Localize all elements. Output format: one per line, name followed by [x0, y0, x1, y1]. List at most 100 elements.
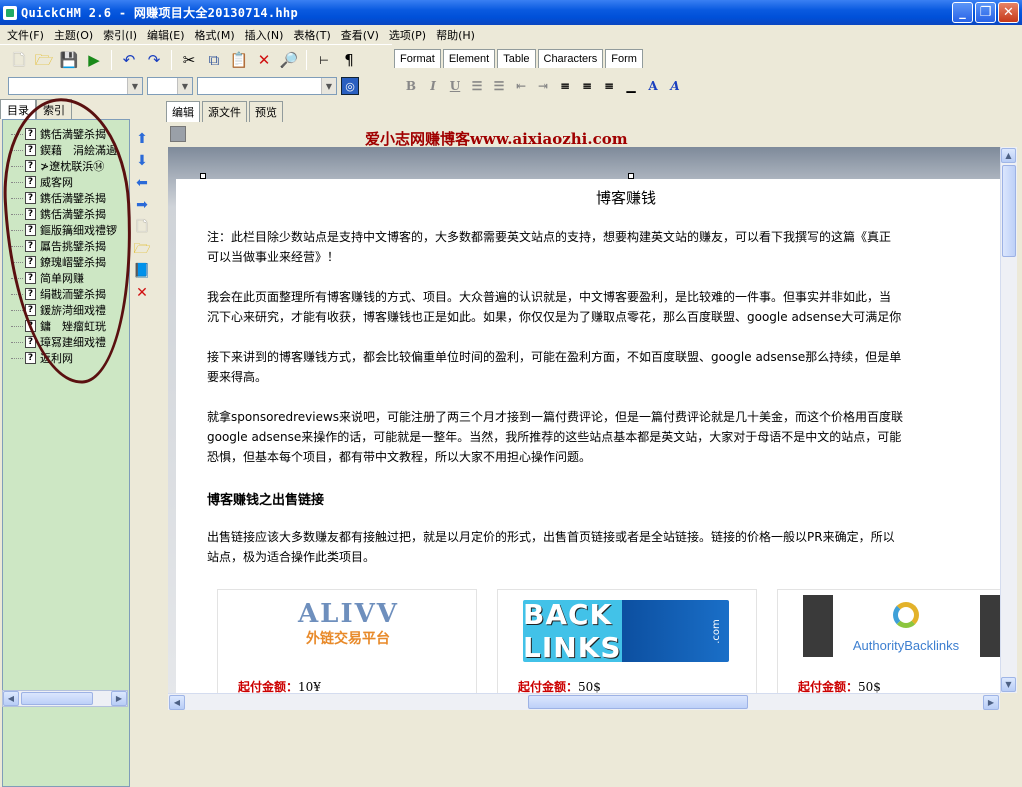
open-page-icon[interactable]: 🗁	[132, 240, 152, 257]
save-small-icon[interactable]	[170, 126, 186, 142]
scroll-right-icon[interactable]: ▶	[983, 695, 999, 710]
menu-file[interactable]: 文件(F)	[2, 27, 49, 43]
settings-icon[interactable]: ◎	[341, 77, 359, 95]
move-up-icon[interactable]: ⬆	[132, 130, 152, 147]
clear-format-icon[interactable]: A	[666, 77, 684, 95]
copy-icon[interactable]: ⧉	[203, 49, 225, 71]
paragraph-line: 就拿sponsoredreviews来说吧，可能注册了两三个月才接到一篇付费评论…	[207, 410, 904, 424]
close-button[interactable]: ✕	[998, 2, 1019, 23]
tab-edit[interactable]: 编辑	[166, 101, 200, 122]
italic-icon[interactable]: I	[424, 77, 442, 95]
menu-topic[interactable]: 主题(O)	[49, 27, 98, 43]
book-icon[interactable]: 📘	[132, 262, 152, 279]
open-folder-icon[interactable]: 🗁	[33, 49, 55, 71]
tree-hscrollbar[interactable]: ◀ ▶	[2, 690, 128, 707]
font-color-icon[interactable]: A	[644, 77, 662, 95]
document-vscrollbar[interactable]: ▲ ▼	[1000, 147, 1017, 693]
paste-icon[interactable]: 📋	[228, 49, 250, 71]
menu-index[interactable]: 索引(I)	[98, 27, 142, 43]
tree-item[interactable]: ? 鍰旂渮细戏禮	[3, 302, 129, 318]
tree-item[interactable]: ? 屭告挑鐾杀揭	[3, 238, 129, 254]
move-down-icon[interactable]: ⬇	[132, 152, 152, 169]
new-page-icon[interactable]: 🗋	[132, 218, 152, 235]
menu-options[interactable]: 选项(P)	[384, 27, 431, 43]
align-center-icon[interactable]: ≡	[578, 77, 596, 95]
align-right-icon[interactable]: ≡	[600, 77, 618, 95]
service-card[interactable]: AuthorityBacklinks 起付金额：50$	[777, 589, 1000, 693]
tree-item[interactable]: ? 鎸佸満鐾杀揭	[3, 206, 129, 222]
menu-help[interactable]: 帮助(H)	[431, 27, 480, 43]
move-left-icon[interactable]: ⬅	[132, 174, 152, 191]
underline-icon[interactable]: U	[446, 77, 464, 95]
menu-format[interactable]: 格式(M)	[190, 27, 240, 43]
undo-icon[interactable]: ↶	[118, 49, 140, 71]
paragraph-line: 站点，极为适合操作此类项目。	[207, 550, 376, 564]
menu-table[interactable]: 表格(T)	[288, 27, 335, 43]
minimize-button[interactable]: _	[952, 2, 973, 23]
help-page-icon: ?	[25, 128, 36, 140]
menu-insert[interactable]: 插入(N)	[240, 27, 289, 43]
line-color-icon[interactable]: ▁	[622, 77, 640, 95]
tab-table[interactable]: Table	[497, 49, 536, 68]
service-card[interactable]: BACK LINKS .com 起付金额：50$	[497, 589, 757, 693]
tab-contents[interactable]: 目录	[0, 99, 36, 119]
menu-view[interactable]: 查看(V)	[336, 27, 384, 43]
remove-icon[interactable]: ✕	[132, 284, 152, 301]
maximize-button[interactable]: ❐	[975, 2, 996, 23]
size-combo[interactable]: ▼	[197, 77, 337, 95]
tree-item[interactable]: ? 绢戡洏鐾杀揭	[3, 286, 129, 302]
ordered-list-icon[interactable]: ☰	[468, 77, 486, 95]
tree-item[interactable]: ? 威客网	[3, 174, 129, 190]
tree-item[interactable]: ? 鎸佸満鐾杀揭	[3, 126, 129, 142]
document-area[interactable]: 博客赚钱 注：此栏目除少数站点是支持中文博客的，大多数都需要英文站点的支持，想要…	[168, 147, 1000, 693]
move-right-icon[interactable]: ➡	[132, 196, 152, 213]
document-hscrollbar[interactable]: ◀ ▶	[168, 693, 1000, 710]
delete-icon[interactable]: ✕	[253, 49, 275, 71]
find-icon[interactable]: 🔎	[278, 49, 300, 71]
tree-item[interactable]: ? 璋冩建细戏禮	[3, 334, 129, 350]
bullet-list-icon[interactable]: ☰	[490, 77, 508, 95]
scroll-up-icon[interactable]: ▲	[1001, 148, 1016, 163]
indent-icon[interactable]: ⊢	[313, 49, 335, 71]
tab-characters[interactable]: Characters	[537, 49, 604, 68]
tree-item[interactable]: ? 鏞 矬瘤虹珖	[3, 318, 129, 334]
new-icon[interactable]: 🗋	[8, 49, 30, 71]
menu-bar: 文件(F) 主题(O) 索引(I) 编辑(E) 格式(M) 插入(N) 表格(T…	[0, 25, 1022, 44]
tab-format[interactable]: Format	[394, 49, 441, 68]
align-left-icon[interactable]: ≡	[556, 77, 574, 95]
run-icon[interactable]: ▶	[83, 49, 105, 71]
save-icon[interactable]: 💾	[58, 49, 80, 71]
scroll-left-icon[interactable]: ◀	[169, 695, 185, 710]
tree-item[interactable]: ? 鎸佸満鐾杀揭	[3, 190, 129, 206]
redo-icon[interactable]: ↷	[143, 49, 165, 71]
tab-source[interactable]: 源文件	[202, 101, 247, 122]
style-combo[interactable]: ▼	[8, 77, 143, 95]
tree-item[interactable]: ? 鍥藉 涓絵滿過	[3, 142, 129, 158]
scroll-down-icon[interactable]: ▼	[1001, 677, 1016, 692]
tree-item[interactable]: ? 鐐瑰嶍鐾杀揭	[3, 254, 129, 270]
window-title: QuickCHM 2.6 - 网赚项目大全20130714.hhp	[21, 6, 298, 20]
service-card[interactable]: ALIVV 外链交易平台 起付金额：10¥	[217, 589, 477, 693]
authority-backlinks-logo: AuthorityBacklinks	[852, 638, 960, 653]
indent-right-icon[interactable]: ⇥	[534, 77, 552, 95]
tab-form[interactable]: Form	[605, 49, 643, 68]
cut-icon[interactable]: ✂	[178, 49, 200, 71]
tree-item[interactable]: ? 返利网	[3, 350, 129, 366]
font-combo[interactable]: ▼	[147, 77, 193, 95]
outdent-icon[interactable]: ⇤	[512, 77, 530, 95]
scroll-left-icon[interactable]: ◀	[3, 691, 19, 706]
tree-item[interactable]: ? 简单网赚	[3, 270, 129, 286]
paragraph-icon[interactable]: ¶	[338, 49, 360, 71]
bold-icon[interactable]: B	[402, 77, 420, 95]
tab-element[interactable]: Element	[442, 49, 496, 68]
tab-index[interactable]: 索引	[36, 99, 72, 119]
tree-item[interactable]: ? ≯遼枕联浜⑭	[3, 158, 129, 174]
menu-edit[interactable]: 编辑(E)	[142, 27, 190, 43]
scroll-right-icon[interactable]: ▶	[111, 691, 127, 706]
page-title: 博客赚钱	[596, 189, 657, 207]
paragraph-line: 恐惧，但基本每个项目，都有带中文教程，所以大家不用担心操作问题。	[207, 450, 592, 464]
main-toolbar: 🗋 🗁 💾 ▶ ↶ ↷ ✂ ⧉ 📋 ✕ 🔎 ⊢ ¶	[0, 44, 392, 75]
tab-preview[interactable]: 预览	[249, 101, 283, 122]
help-page-icon: ?	[25, 352, 36, 364]
tree-item[interactable]: ? 鏂版簼细戏禮锣	[3, 222, 129, 238]
